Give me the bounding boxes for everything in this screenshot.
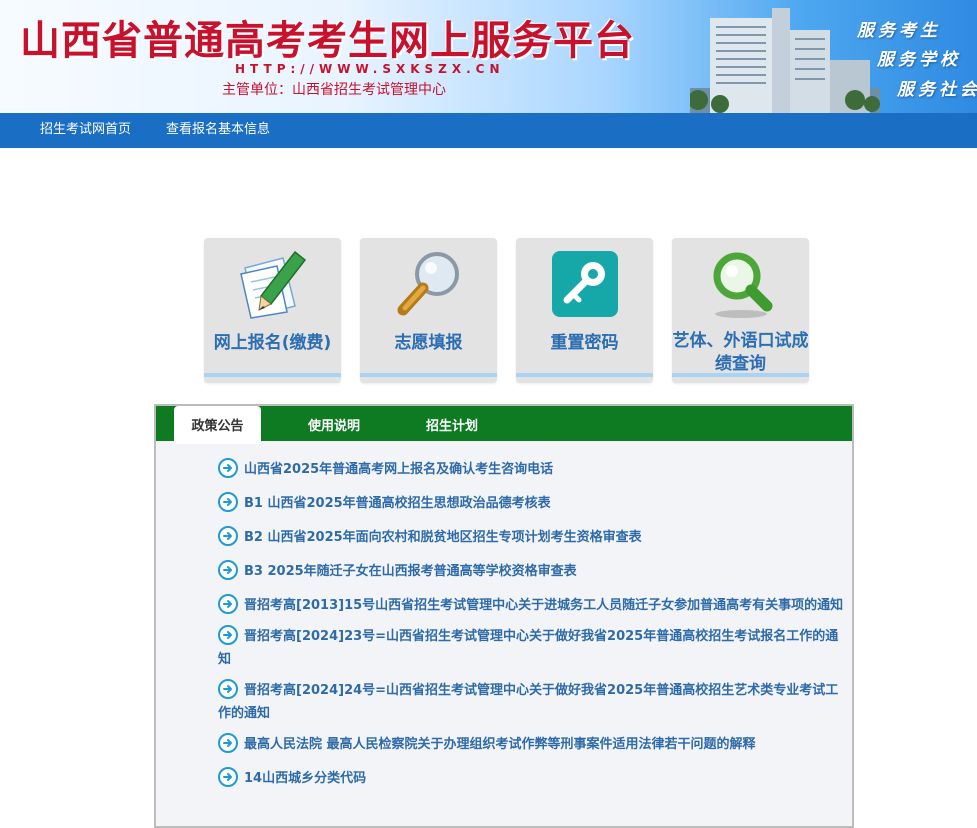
notice-title: B2 山西省2025年面向农村和脱贫地区招生专项计划考生资格审查表 (244, 530, 642, 545)
tile-label-online-registration: 网上报名(缴费) (213, 333, 332, 353)
list-item[interactable]: 晋招考高[2013]15号山西省招生考试管理中心关于进城务工人员随迁子女参加普通… (218, 594, 846, 617)
header-banner: 山西省普通高考考生网上服务平台 HTTP://WWW.SXKSZX.CN 主管单… (0, 0, 977, 113)
tab-bar: 政策公告 使用说明 招生计划 (156, 406, 852, 444)
arrow-right-icon (218, 594, 238, 614)
tile-bar (204, 373, 341, 377)
tab-enrollment-plan[interactable]: 招生计划 (426, 406, 478, 441)
list-item[interactable]: B1 山西省2025年普通高校招生思想政治品德考核表 (218, 492, 846, 515)
slogan-3: 服务社会 (897, 80, 977, 100)
notice-title: 14山西城乡分类代码 (244, 771, 367, 786)
notice-list: 山西省2025年普通高考网上报名及确认考生咨询电话 B1 山西省2025年普通高… (218, 458, 846, 801)
notice-title: 晋招考高[2024]24号=山西省招生考试管理中心关于做好我省2025年普通高校… (218, 683, 839, 721)
arrow-right-icon (218, 560, 238, 580)
notice-panel: 政策公告 使用说明 招生计划 山西省2025年普通高考网上报名及确认考生咨询电话… (154, 404, 854, 828)
tile-label-application: 志愿填报 (394, 333, 463, 353)
notice-title: 最高人民法院 最高人民检察院关于办理组织考试作弊等刑事案件适用法律若干问题的解释 (244, 737, 756, 752)
tile-bar (516, 373, 653, 377)
notice-title: 晋招考高[2013]15号山西省招生考试管理中心关于进城务工人员随迁子女参加普通… (244, 598, 844, 613)
arrow-right-icon (218, 625, 238, 645)
top-nav: 招生考试网首页 查看报名基本信息 (0, 113, 977, 148)
nav-item-registration-info[interactable]: 查看报名基本信息 (166, 113, 270, 148)
arrow-right-icon (218, 458, 238, 478)
list-item[interactable]: 晋招考高[2024]24号=山西省招生考试管理中心关于做好我省2025年普通高校… (218, 679, 846, 725)
list-item[interactable]: 最高人民法院 最高人民检察院关于办理组织考试作弊等刑事案件适用法律若干问题的解释 (218, 733, 846, 756)
list-item[interactable]: 14山西城乡分类代码 (218, 767, 846, 790)
list-item[interactable]: B2 山西省2025年面向农村和脱贫地区招生专项计划考生资格审查表 (218, 526, 846, 549)
arrow-right-icon (218, 492, 238, 512)
tile-online-registration[interactable]: 网上报名(缴费) (204, 238, 341, 383)
slogan-1: 服务考生 (857, 21, 941, 41)
arrow-right-icon (218, 526, 238, 546)
arrow-right-icon (218, 733, 238, 753)
arrow-right-icon (218, 767, 238, 787)
tile-application[interactable]: 志愿填报 (360, 238, 497, 383)
tab-policy-notices[interactable]: 政策公告 (174, 406, 261, 444)
arrow-right-icon (218, 679, 238, 699)
site-org: 主管单位：山西省招生考试管理中心 (222, 82, 446, 98)
site-title: 山西省普通高考考生网上服务平台 (20, 17, 635, 64)
tile-reset-password[interactable]: 重置密码 (516, 238, 653, 383)
tile-label-score-query: 艺体、外语口试成绩查询 (672, 331, 809, 374)
building-image (690, 8, 880, 113)
list-item[interactable]: B3 2025年随迁子女在山西报考普通高等学校资格审查表 (218, 560, 846, 583)
tile-bar (360, 373, 497, 377)
notice-title: B1 山西省2025年普通高校招生思想政治品德考核表 (244, 496, 551, 511)
tile-score-query[interactable]: 艺体、外语口试成绩查询 (672, 238, 809, 383)
key-icon (552, 251, 618, 317)
magnifier-icon (397, 252, 459, 316)
tile-bar (672, 373, 809, 377)
tile-label-reset-password: 重置密码 (550, 333, 619, 353)
notice-title: B3 2025年随迁子女在山西报考普通高等学校资格审查表 (244, 564, 577, 579)
tab-user-guide[interactable]: 使用说明 (308, 406, 360, 441)
list-item[interactable]: 晋招考高[2024]23号=山西省招生考试管理中心关于做好我省2025年普通高校… (218, 625, 846, 671)
notice-title: 山西省2025年普通高考网上报名及确认考生咨询电话 (244, 462, 554, 477)
site-url: HTTP://WWW.SXKSZX.CN (235, 62, 505, 76)
nav-item-home[interactable]: 招生考试网首页 (40, 113, 131, 148)
search-icon (713, 252, 773, 318)
list-item[interactable]: 山西省2025年普通高考网上报名及确认考生咨询电话 (218, 458, 846, 481)
notice-title: 晋招考高[2024]23号=山西省招生考试管理中心关于做好我省2025年普通高校… (218, 629, 839, 667)
pencil-paper-icon (240, 250, 307, 319)
slogan-2: 服务学校 (877, 50, 961, 70)
